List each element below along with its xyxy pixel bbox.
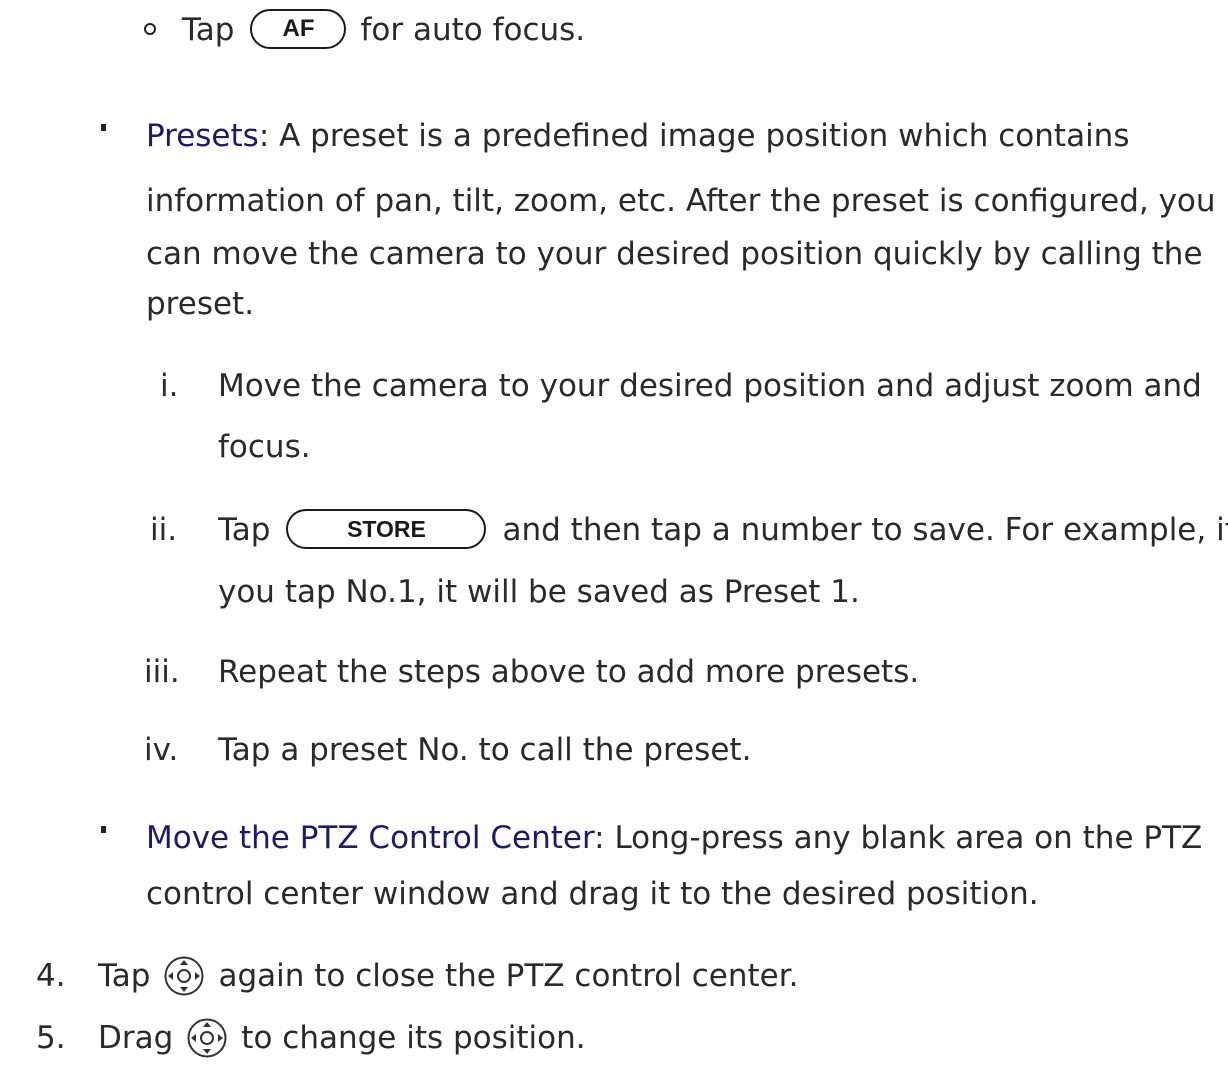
store-button[interactable]: STORE [286,508,487,549]
step-ii-before-text: Tap [218,512,271,548]
presets-line-1: Presets: A preset is a predefined image … [146,116,1129,156]
step-number: ii. [150,512,178,548]
step-iv-line-1: Tap a preset No. to call the preset. [218,732,752,768]
step-number: i. [160,368,179,404]
step-number: iii. [144,654,180,690]
presets-line-4: preset. [146,286,255,322]
move-center-term: Move the PTZ Control Center [146,820,595,856]
list-number: 5. [36,1020,66,1056]
square-bullet [101,124,106,131]
move-center-line-1: Move the PTZ Control Center: Long-press … [146,818,1202,858]
step-4-line: Tap again to close the PTZ control cente… [98,956,798,998]
move-center-line-2: control center window and drag it to the… [146,876,1039,912]
presets-term: Presets [146,118,259,154]
circle-bullet [144,23,156,35]
step-ii-line-1: Tap STORE and then tap a number to save. F… [218,508,1228,552]
ptz-joystick-icon[interactable] [164,956,204,996]
step-5-line: Drag to change its position. [98,1018,586,1060]
step-ii-after-text: and then tap a number to save. For examp… [502,512,1228,548]
af-instruction: Tap AF for auto focus. [182,8,586,52]
move-center-text-1: : Long-press any blank area on the PTZ [594,820,1203,856]
step-5-before-text: Drag [98,1020,174,1056]
step-4-before-text: Tap [98,958,151,994]
presets-line-3: can move the camera to your desired posi… [146,236,1203,272]
af-button[interactable]: AF [250,8,347,49]
step-number: iv. [144,732,179,768]
presets-text-1: : A preset is a predefined image positio… [258,118,1130,154]
step-i-line-2: focus. [218,429,311,465]
step-i-line-1: Move the camera to your desired position… [218,368,1202,404]
presets-line-2: information of pan, tilt, zoom, etc. Aft… [146,183,1216,219]
step-5-after-text: to change its position. [241,1020,586,1056]
af-after-text: for auto focus. [360,12,586,48]
square-bullet [101,826,106,833]
step-4-after-text: again to close the PTZ control center. [218,958,799,994]
ptz-joystick-icon[interactable] [187,1018,227,1058]
af-before-text: Tap [182,12,235,48]
list-number: 4. [36,958,66,994]
step-ii-line-2: you tap No.1, it will be saved as Preset… [218,574,860,610]
step-iii-line-1: Repeat the steps above to add more prese… [218,654,920,690]
